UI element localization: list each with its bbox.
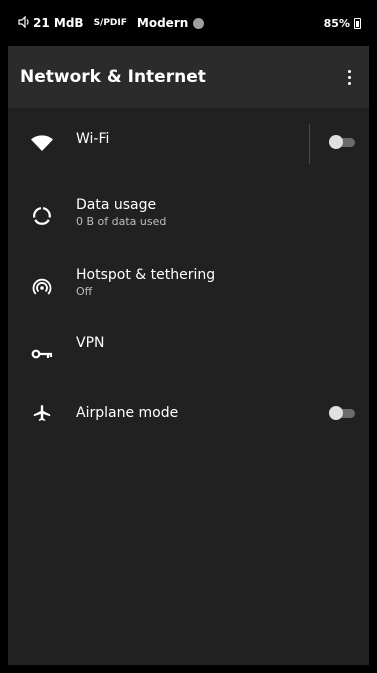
data-usage-icon: [8, 196, 76, 226]
hotspot-subtitle: Off: [76, 285, 93, 298]
volume-indicator: 21 MdB: [18, 15, 84, 31]
airplane-icon: [8, 404, 76, 422]
wifi-title: Wi-Fi: [76, 131, 110, 147]
data-usage-subtitle: 0 B of data used: [76, 215, 167, 228]
app-bar: Network & Internet: [8, 46, 369, 108]
mode-dot-icon: [193, 17, 205, 29]
list-item-data-usage[interactable]: Data usage 0 B of data used: [8, 180, 369, 252]
wifi-icon: [8, 130, 76, 152]
list-item-airplane-mode[interactable]: Airplane mode: [8, 394, 369, 464]
list-item-vpn[interactable]: VPN: [8, 324, 369, 394]
list-item-wifi[interactable]: Wi-Fi: [8, 108, 369, 180]
airplane-mode-toggle[interactable]: [329, 406, 355, 420]
data-usage-title: Data usage: [76, 197, 157, 213]
more-options-icon[interactable]: [339, 62, 359, 92]
volume-text: 21 MdB: [33, 16, 84, 30]
airplane-text: Airplane mode: [76, 404, 369, 422]
vpn-text: VPN: [76, 334, 369, 352]
list-item-hotspot[interactable]: Hotspot & tethering Off: [8, 252, 369, 324]
wifi-toggle[interactable]: [329, 135, 355, 149]
airplane-title: Airplane mode: [76, 405, 179, 421]
page-title: Network & Internet: [20, 67, 206, 87]
hotspot-title: Hotspot & tethering: [76, 267, 216, 283]
vertical-divider: [309, 124, 310, 164]
data-usage-text: Data usage 0 B of data used: [76, 196, 369, 229]
speaker-icon: [18, 15, 31, 31]
audio-output-text: S/PDIF: [93, 18, 127, 28]
wifi-text: Wi-Fi: [76, 130, 369, 148]
status-bar: 21 MdB S/PDIF Modern 85%: [8, 0, 369, 46]
battery-text: 85%: [323, 16, 350, 30]
settings-list: Wi-Fi Data usage 0 B of data used Hotspo: [8, 108, 369, 464]
battery-icon: [354, 17, 361, 29]
hotspot-icon: [8, 266, 76, 298]
sound-mode: Modern: [136, 16, 205, 30]
sound-mode-text: Modern: [136, 16, 189, 30]
battery-indicator: 85%: [324, 17, 361, 30]
vpn-title: VPN: [76, 335, 105, 351]
settings-screen: 21 MdB S/PDIF Modern 85% Network & Inter…: [8, 0, 369, 665]
vpn-key-icon: [8, 334, 76, 360]
hotspot-text: Hotspot & tethering Off: [76, 266, 369, 299]
